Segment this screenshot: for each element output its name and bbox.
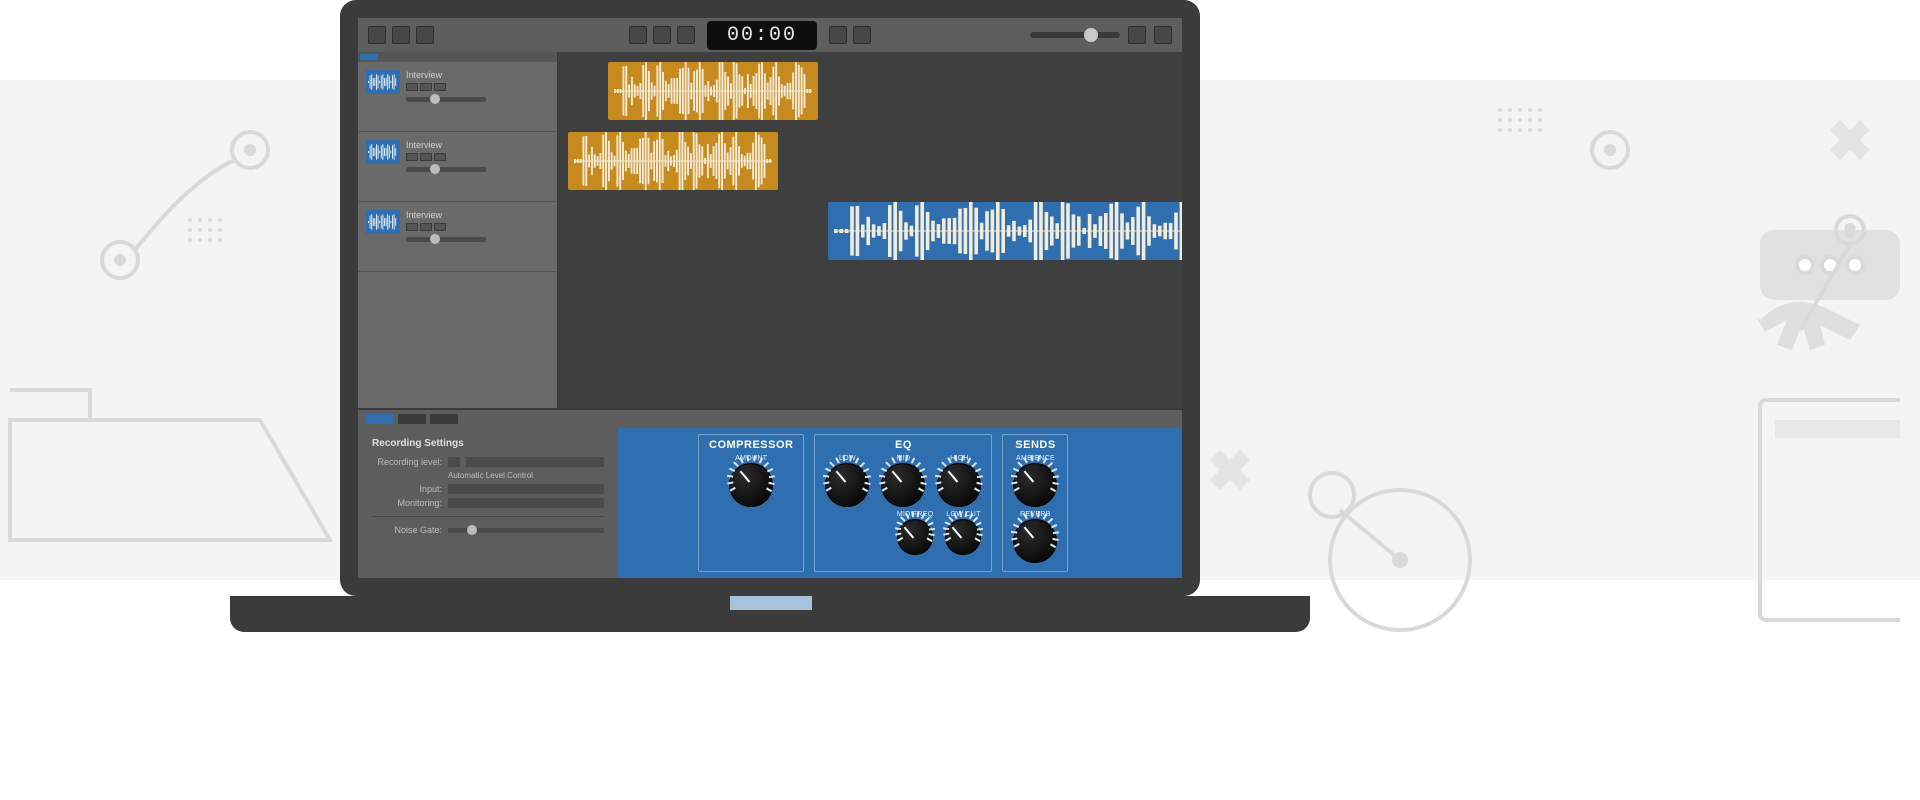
laptop-frame: 00:00 Interview Interview — [340, 0, 1200, 596]
track-row[interactable]: Interview — [358, 62, 557, 132]
track-volume-slider[interactable] — [406, 97, 486, 102]
panel-tab[interactable] — [398, 414, 426, 424]
knob-control[interactable]: AMBIENCE — [1013, 455, 1057, 507]
audio-clip[interactable] — [608, 62, 818, 120]
recording-level-label: Recording level: — [372, 457, 442, 467]
toolbar-button[interactable] — [368, 26, 386, 44]
audio-clip[interactable] — [828, 202, 1182, 260]
decoration-left — [60, 100, 380, 360]
transport-button[interactable] — [629, 26, 647, 44]
knob-control[interactable]: REVERB — [1013, 511, 1057, 563]
settings-title: Recording Settings — [372, 438, 604, 449]
track-list: Interview Interview Interview — [358, 52, 558, 408]
recording-level-field[interactable] — [466, 457, 604, 467]
toolbar-button[interactable] — [392, 26, 410, 44]
knob-control[interactable]: LOW CUT — [945, 511, 981, 555]
compressor-group: COMPRESSOR AMOUNT — [698, 434, 804, 572]
transport-button[interactable] — [677, 26, 695, 44]
bottom-tabs — [358, 410, 1182, 428]
decoration-left-bottom — [0, 360, 340, 620]
recording-settings-panel: Recording Settings Recording level: Auto… — [358, 428, 618, 578]
track-volume-slider[interactable] — [406, 237, 486, 242]
input-select[interactable] — [448, 484, 604, 494]
noise-gate-label: Noise Gate: — [372, 525, 442, 535]
toolbar-button[interactable] — [1128, 26, 1146, 44]
app-screen: 00:00 Interview Interview — [358, 18, 1182, 578]
knob-control[interactable]: LOW — [825, 455, 869, 507]
master-volume-slider[interactable] — [1030, 32, 1120, 38]
track-row[interactable]: Interview — [358, 132, 557, 202]
workspace: Interview Interview Interview — [358, 52, 1182, 410]
knob-control[interactable]: MID — [881, 455, 925, 507]
track-name: Interview — [406, 210, 549, 220]
toolbar: 00:00 — [358, 18, 1182, 52]
track-controls[interactable] — [406, 223, 549, 231]
eq-group: EQ LOW MID HIGH MID FREQ LOW CUT — [814, 434, 992, 572]
transport-button[interactable] — [653, 26, 671, 44]
compressor-title: COMPRESSOR — [709, 439, 793, 451]
monitoring-select[interactable] — [448, 498, 604, 508]
panel-tab[interactable] — [430, 414, 458, 424]
fx-panel: COMPRESSOR AMOUNT EQ LOW MID HIGH — [618, 428, 1182, 578]
monitoring-label: Monitoring: — [372, 498, 442, 508]
sends-group: SENDS AMBIENCE REVERB — [1002, 434, 1068, 572]
timeline[interactable] — [558, 52, 1182, 408]
transport-button[interactable] — [853, 26, 871, 44]
transport-button[interactable] — [829, 26, 847, 44]
bottom-panel: Recording Settings Recording level: Auto… — [358, 428, 1182, 578]
sends-title: SENDS — [1015, 439, 1055, 451]
auto-level-label: Automatic Level Control — [448, 471, 533, 480]
knob-control[interactable]: MID FREQ — [897, 511, 934, 555]
noise-gate-slider[interactable] — [448, 528, 604, 533]
track-thumbnail — [366, 140, 400, 164]
toolbar-button[interactable] — [416, 26, 434, 44]
svg-text:$: $ — [1846, 222, 1854, 238]
decoration-right: $ — [1200, 80, 1900, 640]
track-thumbnail — [366, 70, 400, 94]
laptop-notch — [730, 596, 812, 610]
knob-control[interactable]: HIGH — [937, 455, 981, 507]
track-controls[interactable] — [406, 153, 549, 161]
eq-title: EQ — [895, 439, 912, 451]
knob-control[interactable]: AMOUNT — [729, 455, 773, 507]
input-label: Input: — [372, 484, 442, 494]
track-thumbnail — [366, 210, 400, 234]
panel-tab[interactable] — [366, 414, 394, 424]
track-controls[interactable] — [406, 83, 549, 91]
track-volume-slider[interactable] — [406, 167, 486, 172]
track-name: Interview — [406, 140, 549, 150]
toolbar-button[interactable] — [1154, 26, 1172, 44]
track-name: Interview — [406, 70, 549, 80]
track-row[interactable]: Interview — [358, 202, 557, 272]
audio-clip[interactable] — [568, 132, 778, 190]
recording-level-toggle[interactable] — [448, 457, 460, 467]
tracklist-header — [358, 52, 557, 62]
time-display: 00:00 — [707, 21, 817, 50]
